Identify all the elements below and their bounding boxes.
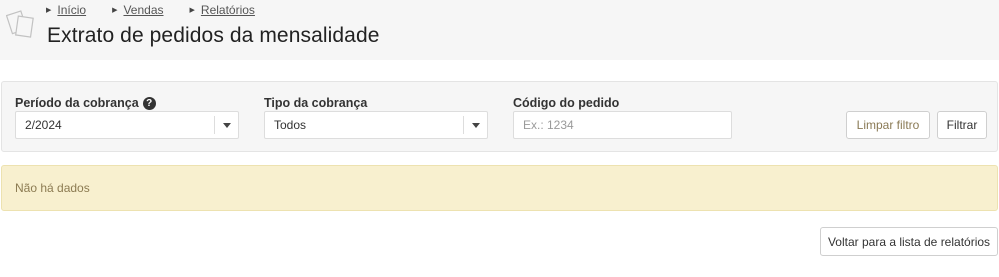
triangle-right-icon: ▶ xyxy=(189,7,195,14)
type-select-caret[interactable] xyxy=(463,116,487,134)
page-title: Extrato de pedidos da mensalidade xyxy=(47,24,380,47)
alert-message: Não há dados xyxy=(15,181,90,195)
breadcrumb-link-inicio[interactable]: Início xyxy=(57,3,86,17)
no-data-alert: Não há dados xyxy=(1,165,998,211)
triangle-right-icon: ▶ xyxy=(112,7,118,14)
page-header: ▶ Início ▶ Vendas ▶ Relatórios Extrato d… xyxy=(0,0,999,60)
question-circle-icon[interactable]: ? xyxy=(142,96,156,110)
breadcrumb-item-vendas: ▶ Vendas xyxy=(112,3,163,17)
back-to-reports-button[interactable]: Voltar para a lista de relatórios xyxy=(820,227,998,256)
period-label-text: Período da cobrança xyxy=(15,96,139,110)
filter-panel: Período da cobrança ? 2/2024 Tipo da cob… xyxy=(1,81,998,152)
breadcrumb-item-relatorios: ▶ Relatórios xyxy=(190,3,255,17)
breadcrumb-item-inicio: ▶ Início xyxy=(46,3,86,17)
period-label: Período da cobrança ? xyxy=(15,96,156,110)
period-select-caret[interactable] xyxy=(214,116,238,134)
period-select-value: 2/2024 xyxy=(25,118,62,132)
type-select-value: Todos xyxy=(274,118,307,132)
caret-down-icon xyxy=(471,122,480,128)
caret-down-icon xyxy=(222,122,231,128)
breadcrumb-link-vendas[interactable]: Vendas xyxy=(123,3,163,17)
filter-button[interactable]: Filtrar xyxy=(937,111,987,139)
order-code-label: Código do pedido xyxy=(513,96,620,110)
triangle-right-icon: ▶ xyxy=(46,7,52,14)
report-pages-icon xyxy=(6,10,34,38)
breadcrumb-link-relatorios[interactable]: Relatórios xyxy=(201,3,255,17)
breadcrumb: ▶ Início ▶ Vendas ▶ Relatórios xyxy=(46,2,281,18)
period-select[interactable]: 2/2024 xyxy=(15,111,239,139)
order-code-input[interactable] xyxy=(513,111,732,139)
clear-filter-button[interactable]: Limpar filtro xyxy=(846,111,930,139)
type-select[interactable]: Todos xyxy=(264,111,488,139)
type-label: Tipo da cobrança xyxy=(264,96,368,110)
